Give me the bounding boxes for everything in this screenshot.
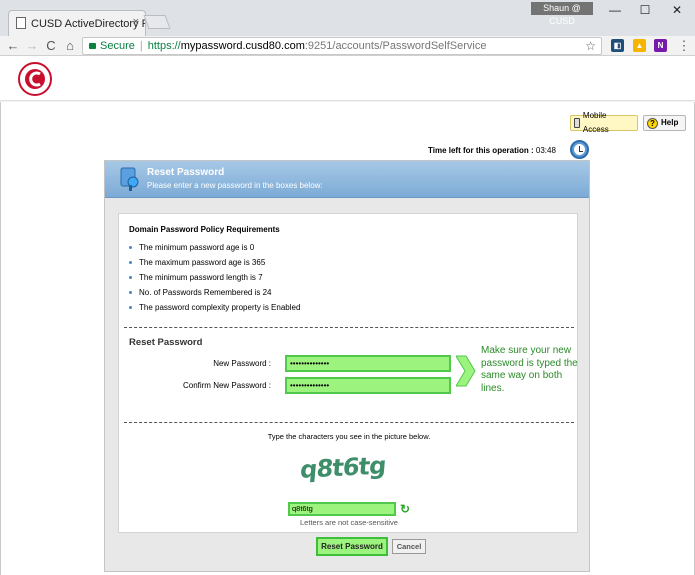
onenote-icon[interactable]: N: [654, 39, 667, 52]
url-scheme: https://: [147, 40, 181, 52]
help-button[interactable]: ? Help: [643, 115, 686, 131]
policy-item: No. of Passwords Remembered is 24: [129, 285, 300, 300]
new-password-input[interactable]: ••••••••••••••: [285, 355, 451, 372]
browser-titlebar: CUSD ActiveDirectory Pa × Shaun @ CUSD —…: [0, 0, 695, 36]
timer-label: Time left for this operation :: [428, 146, 534, 155]
mobile-access-button[interactable]: Mobile Access: [570, 111, 638, 134]
address-bar[interactable]: Secure | https://mypassword.cusd80.com:925…: [82, 37, 602, 55]
lock-icon: [89, 43, 96, 49]
new-password-label: New Password :: [213, 359, 271, 368]
reset-section-title: Reset Password: [129, 337, 203, 348]
policy-item: The minimum password length is 7: [129, 270, 300, 285]
confirm-password-input[interactable]: ••••••••••••••: [285, 377, 451, 394]
key-icon: [120, 167, 139, 191]
refresh-captcha-icon[interactable]: ↻: [400, 503, 412, 515]
url-host: mypassword.cusd80.com: [180, 40, 305, 52]
captcha-image: q8t6tg: [299, 452, 385, 484]
captcha-input[interactable]: q8t6tg: [288, 502, 396, 516]
callout-tip: Make sure your new password is typed the…: [481, 345, 578, 394]
policy-title: Domain Password Policy Requirements: [129, 225, 280, 234]
help-icon: ?: [647, 117, 658, 129]
reload-icon[interactable]: C: [42, 37, 60, 55]
close-window-button[interactable]: ✕: [662, 2, 692, 18]
new-tab-button[interactable]: [143, 15, 171, 29]
page-icon: [16, 17, 26, 29]
operation-timer: Time left for this operation : 03:48: [428, 146, 556, 155]
captcha-prompt: Type the characters you see in the pictu…: [267, 432, 431, 441]
tab-close-icon[interactable]: ×: [133, 16, 139, 28]
url-path: :9251/accounts/PasswordSelfService: [304, 40, 487, 52]
browser-toolbar: ← → C ⌂ Secure | https://mypassword.cusd80…: [0, 36, 695, 56]
mobile-access-label: Mobile Access: [582, 111, 609, 134]
browser-tab[interactable]: CUSD ActiveDirectory Pa ×: [8, 10, 146, 36]
bookmark-star-icon[interactable]: ☆: [585, 38, 596, 54]
secure-label: Secure: [100, 40, 135, 52]
policy-list: The minimum password age is 0 The maximu…: [129, 240, 300, 315]
district-logo: [10, 61, 60, 97]
callout-arrow-icon: [456, 355, 476, 387]
home-icon[interactable]: ⌂: [61, 37, 79, 55]
reset-password-button[interactable]: Reset Password: [316, 537, 388, 556]
panel-title: Reset Password: [147, 167, 225, 178]
case-sensitivity-note: Letters are not case-sensitive: [300, 518, 398, 527]
divider: [124, 422, 574, 423]
panel-header: Reset Password Please enter a new passwo…: [105, 161, 589, 198]
extension-icon[interactable]: ◧: [611, 39, 624, 52]
help-label: Help: [661, 118, 679, 127]
drive-icon[interactable]: ▲: [633, 39, 646, 52]
timer-value: 03:48: [535, 146, 556, 155]
profile-badge[interactable]: Shaun @ CUSD: [531, 2, 593, 26]
cancel-button[interactable]: Cancel: [392, 539, 426, 554]
back-icon[interactable]: ←: [4, 37, 22, 55]
policy-item: The maximum password age is 365: [129, 255, 300, 270]
phone-icon: [574, 118, 580, 128]
menu-icon[interactable]: ⋮: [675, 37, 693, 55]
divider: [124, 327, 574, 328]
tab-title: CUSD ActiveDirectory Pa: [31, 17, 146, 30]
confirm-password-label: Confirm New Password :: [182, 381, 271, 390]
policy-item: The password complexity property is Enab…: [129, 300, 300, 315]
panel-subtitle: Please enter a new password in the boxes…: [147, 181, 323, 190]
maximize-button[interactable]: ☐: [630, 2, 660, 18]
forward-icon[interactable]: →: [23, 37, 41, 55]
minimize-button[interactable]: —: [600, 2, 630, 18]
policy-item: The minimum password age is 0: [129, 240, 300, 255]
clock-icon: [570, 140, 589, 159]
svg-text:q8t6tg: q8t6tg: [299, 452, 385, 484]
site-header: [0, 57, 695, 101]
